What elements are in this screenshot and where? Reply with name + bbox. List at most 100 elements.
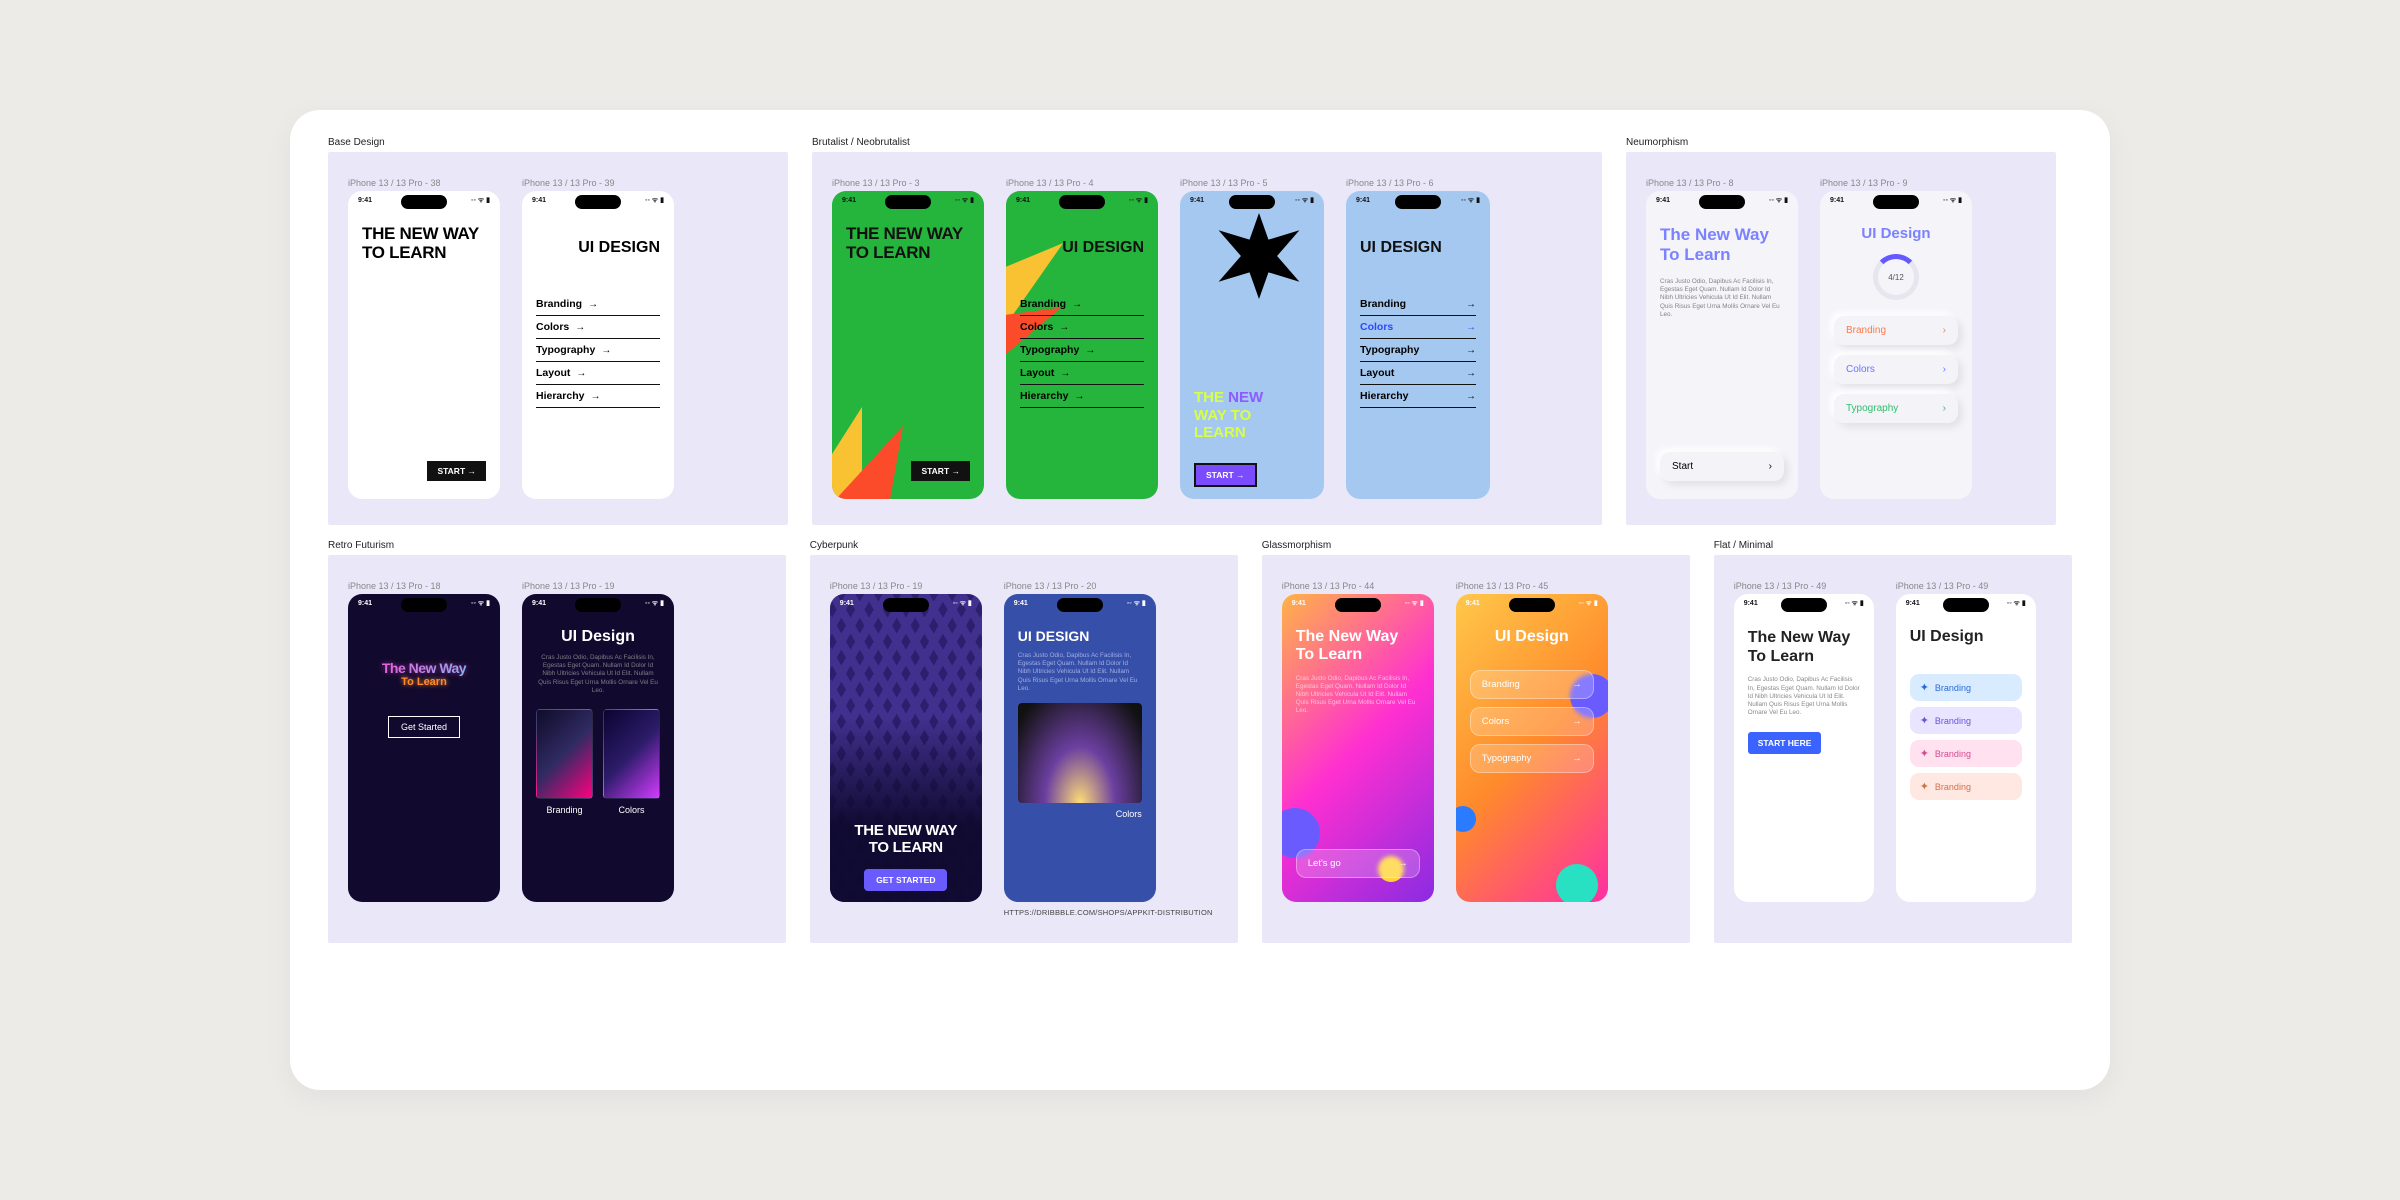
frame[interactable]: iPhone 13 / 13 Pro - 4 9:41◦◦ ᯤ ▮ UI DES… bbox=[1006, 178, 1158, 499]
frame[interactable]: iPhone 13 / 13 Pro - 45 9:41◦◦ ᯤ ▮ UI De… bbox=[1456, 581, 1608, 902]
menu-item[interactable]: Typography› bbox=[1834, 394, 1958, 423]
section-cyberpunk: Cyberpunk iPhone 13 / 13 Pro - 19 9:41◦◦… bbox=[810, 555, 1238, 943]
frame[interactable]: iPhone 13 / 13 Pro - 49 9:41◦◦ ᯤ ▮ UI De… bbox=[1896, 581, 2036, 902]
start-button[interactable]: START HERE bbox=[1748, 732, 1822, 754]
page-title: UI DESIGN bbox=[1018, 628, 1142, 644]
menu-item[interactable]: Typography→ bbox=[1470, 744, 1594, 773]
start-button[interactable]: START → bbox=[911, 461, 970, 481]
arrow-icon: → bbox=[1072, 299, 1082, 310]
page-title: UI Design bbox=[1470, 628, 1594, 646]
frame[interactable]: iPhone 13 / 13 Pro - 6 9:41◦◦ ᯤ ▮ UI DES… bbox=[1346, 178, 1490, 499]
menu-item[interactable]: ✦Branding bbox=[1910, 674, 2022, 701]
chevron-icon: › bbox=[1943, 364, 1946, 375]
hero-title: The New Way To Learn bbox=[1296, 628, 1420, 665]
section-flat: Flat / Minimal iPhone 13 / 13 Pro - 49 9… bbox=[1714, 555, 2072, 943]
section-glass: Glassmorphism iPhone 13 / 13 Pro - 44 9:… bbox=[1262, 555, 1690, 943]
menu-item[interactable]: ✦Branding bbox=[1910, 740, 2022, 767]
arrow-icon: → bbox=[1466, 299, 1476, 310]
page-title: UI Design bbox=[1910, 628, 2022, 646]
arrow-icon: → bbox=[1074, 391, 1084, 402]
frame[interactable]: iPhone 13 / 13 Pro - 39 9:41◦◦ ᯤ ▮ UI DE… bbox=[522, 178, 674, 499]
hero-body: Cras Justo Odio, Dapibus Ac Facilisis In… bbox=[1748, 676, 1860, 717]
arrow-icon: → bbox=[1466, 391, 1476, 402]
menu-item[interactable]: Colors→ bbox=[1360, 316, 1476, 339]
card[interactable] bbox=[1018, 703, 1142, 803]
arrow-icon: → bbox=[601, 345, 611, 356]
frame[interactable]: iPhone 13 / 13 Pro - 44 9:41◦◦ ᯤ ▮ The N… bbox=[1282, 581, 1434, 902]
frame[interactable]: iPhone 13 / 13 Pro - 9 9:41◦◦ ᯤ ▮ UI Des… bbox=[1820, 178, 1972, 499]
menu-item[interactable]: Layout→ bbox=[1020, 362, 1144, 385]
menu-item[interactable]: Typography→ bbox=[1020, 339, 1144, 362]
frame[interactable]: iPhone 13 / 13 Pro - 38 9:41◦◦ ᯤ ▮ THE N… bbox=[348, 178, 500, 499]
arrow-icon: → bbox=[576, 368, 586, 379]
arrow-icon: → bbox=[1466, 345, 1476, 356]
frame[interactable]: iPhone 13 / 13 Pro - 5 9:41◦◦ ᯤ ▮ THE NE… bbox=[1180, 178, 1324, 499]
menu-item[interactable]: Colors→ bbox=[1020, 316, 1144, 339]
menu-item[interactable]: Layout→ bbox=[1360, 362, 1476, 385]
card-label: Colors bbox=[1018, 809, 1142, 819]
menu-item[interactable]: ✦Branding bbox=[1910, 707, 2022, 734]
section-base: Base Design iPhone 13 / 13 Pro - 38 9:41… bbox=[328, 152, 788, 525]
arrow-icon: → bbox=[1059, 322, 1069, 333]
start-button[interactable]: Start› bbox=[1660, 452, 1784, 481]
hero-title: THE NEW WAY TO LEARN bbox=[846, 225, 970, 262]
section-brutalist: Brutalist / Neobrutalist iPhone 13 / 13 … bbox=[812, 152, 1602, 525]
menu-item[interactable]: Hierarchy→ bbox=[1020, 385, 1144, 408]
section-label: Cyberpunk bbox=[810, 540, 864, 551]
hero-body: Cras Justo Odio, Dapibus Ac Facilisis In… bbox=[1018, 652, 1142, 693]
credit-text: HTTPS://DRIBBBLE.COM/SHOPS/APPKIT-DISTRI… bbox=[1004, 908, 1213, 917]
frame[interactable]: iPhone 13 / 13 Pro - 3 9:41◦◦ ᯤ ▮ THE NE… bbox=[832, 178, 984, 499]
menu-item[interactable]: Colors› bbox=[1834, 355, 1958, 384]
menu-item[interactable]: Typography→ bbox=[1360, 339, 1476, 362]
canvas-card: Base Design iPhone 13 / 13 Pro - 38 9:41… bbox=[290, 110, 2110, 1090]
card[interactable]: Colors bbox=[603, 709, 660, 815]
frame[interactable]: iPhone 13 / 13 Pro - 8 9:41◦◦ ᯤ ▮ The Ne… bbox=[1646, 178, 1798, 499]
sparkle-icon: ✦ bbox=[1920, 681, 1929, 694]
section-label: Brutalist / Neobrutalist bbox=[812, 137, 916, 148]
section-label: Neumorphism bbox=[1626, 137, 1694, 148]
section-label: Flat / Minimal bbox=[1714, 540, 1779, 551]
arrow-icon: → bbox=[1060, 368, 1070, 379]
start-button[interactable]: START → bbox=[1194, 463, 1257, 487]
start-button[interactable]: Let's go→ bbox=[1296, 849, 1420, 878]
page-title: UI Design bbox=[1834, 225, 1958, 242]
start-button[interactable]: START → bbox=[427, 461, 486, 481]
hero-title: THE NEW WAY TO LEARN bbox=[1194, 389, 1263, 441]
section-retro: Retro Futurism iPhone 13 / 13 Pro - 18 9… bbox=[328, 555, 786, 943]
frame[interactable]: iPhone 13 / 13 Pro - 18 9:41◦◦ ᯤ ▮ The N… bbox=[348, 581, 500, 902]
hero-body: Cras Justo Odio, Dapibus Ac Facilisis In… bbox=[536, 654, 660, 695]
chevron-icon: › bbox=[1769, 461, 1772, 472]
arrow-icon: → bbox=[588, 299, 598, 310]
sparkle-icon: ✦ bbox=[1920, 780, 1929, 793]
menu-item[interactable]: Colors→ bbox=[536, 316, 660, 339]
page-title: UI DESIGN bbox=[536, 239, 660, 257]
menu-item[interactable]: Branding→ bbox=[536, 293, 660, 316]
menu-item[interactable]: Branding› bbox=[1834, 316, 1958, 345]
arrow-icon: → bbox=[1572, 679, 1582, 690]
menu-item[interactable]: Branding→ bbox=[1360, 293, 1476, 316]
section-label: Glassmorphism bbox=[1262, 540, 1337, 551]
menu-item[interactable]: Hierarchy→ bbox=[1360, 385, 1476, 408]
arrow-icon: → bbox=[1466, 368, 1476, 379]
menu-item[interactable]: Branding→ bbox=[1470, 670, 1594, 699]
page-title: UI DESIGN bbox=[1360, 239, 1476, 257]
menu-item[interactable]: Colors→ bbox=[1470, 707, 1594, 736]
menu-item[interactable]: ✦Branding bbox=[1910, 773, 2022, 800]
arrow-icon: → bbox=[1466, 322, 1476, 333]
frame[interactable]: iPhone 13 / 13 Pro - 19 9:41◦◦ ᯤ ▮ UI De… bbox=[522, 581, 674, 902]
menu-item[interactable]: Hierarchy→ bbox=[536, 385, 660, 408]
arrow-icon: → bbox=[1572, 753, 1582, 764]
frame[interactable]: iPhone 13 / 13 Pro - 20 9:41◦◦ ᯤ ▮ UI DE… bbox=[1004, 581, 1213, 917]
hero-title: THE NEW WAY TO LEARN bbox=[844, 823, 968, 856]
hero-title: The New Way To Learn bbox=[1748, 628, 1860, 666]
hero-title: The New Way To Learn bbox=[1660, 225, 1784, 264]
frame[interactable]: iPhone 13 / 13 Pro - 19 9:41◦◦ ᯤ ▮ THE N… bbox=[830, 581, 982, 917]
start-button[interactable]: Get Started bbox=[388, 716, 460, 738]
menu-item[interactable]: Typography→ bbox=[536, 339, 660, 362]
menu-item[interactable]: Layout→ bbox=[536, 362, 660, 385]
menu-item[interactable]: Branding→ bbox=[1020, 293, 1144, 316]
hero-body: Cras Justo Odio, Dapibus Ac Facilisis In… bbox=[1296, 675, 1420, 716]
frame[interactable]: iPhone 13 / 13 Pro - 49 9:41◦◦ ᯤ ▮ The N… bbox=[1734, 581, 1874, 902]
card[interactable]: Branding bbox=[536, 709, 593, 815]
start-button[interactable]: GET STARTED bbox=[864, 869, 947, 891]
